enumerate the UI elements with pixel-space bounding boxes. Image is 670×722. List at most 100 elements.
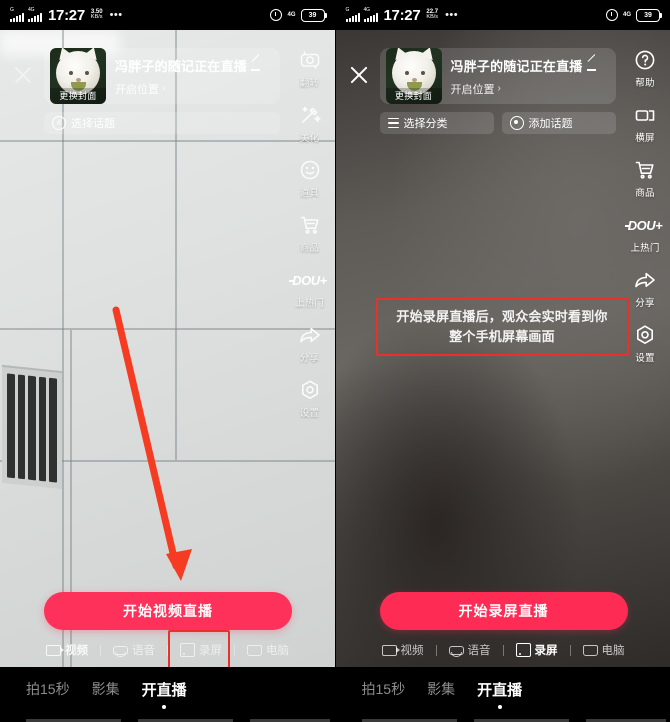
start-live-button[interactable]: 开始视频直播	[44, 592, 292, 630]
network-speed-unit: KB/s	[426, 14, 439, 20]
chip-label: 选择分类	[403, 118, 448, 130]
rail-item-settings[interactable]: 设置	[633, 323, 657, 364]
change-cover-label[interactable]: 更换封面	[50, 88, 106, 104]
phone-screen-icon	[515, 643, 531, 657]
mode-tab-video[interactable]: 视频	[34, 638, 100, 662]
bottom-nav-item-album[interactable]: 影集	[427, 679, 455, 699]
cat-eyes	[404, 71, 425, 75]
live-title-row[interactable]: 冯胖子的随记正在直播	[115, 56, 274, 75]
signal-two: 4G	[28, 6, 42, 23]
panel-video-live: G 4G 17:27 3.50 KB/s ••• 4G 39 更换封面 冯胖子的…	[0, 0, 335, 722]
overflow-dots: •••	[445, 9, 459, 21]
bottom-nav-item-15s[interactable]: 拍15秒	[362, 679, 406, 699]
landscape-screen-icon	[633, 103, 657, 127]
shopping-cart-icon	[298, 213, 322, 237]
pencil-icon[interactable]	[586, 60, 598, 71]
network-label: 4G	[28, 6, 35, 13]
rail-label: 商品	[299, 243, 320, 254]
annotation-highlight-box	[168, 630, 230, 670]
mode-tab-computer[interactable]: 电脑	[235, 638, 301, 662]
location-row[interactable]: 开启位置 ›	[451, 81, 610, 97]
rail-item-shop[interactable]: 商品	[298, 213, 322, 254]
video-camera-icon	[381, 644, 400, 656]
mode-tab-video[interactable]: 视频	[370, 638, 436, 662]
start-live-button[interactable]: 开始录屏直播	[379, 592, 628, 630]
mode-tabs: 视频 语音 录屏 电脑	[336, 635, 670, 665]
computer-icon	[582, 644, 598, 656]
network-type-label: 4G	[287, 12, 296, 18]
rail-item-douplus[interactable]: DOU+ 上热门	[289, 268, 327, 309]
rail-label: 横屏	[635, 133, 655, 144]
chip-add-topic[interactable]: 添加话题	[501, 112, 616, 134]
share-arrow-icon	[298, 323, 322, 347]
signal-one: G	[345, 7, 360, 23]
network-speed-unit: KB/s	[90, 14, 103, 20]
mode-label: 视频	[400, 645, 424, 657]
cover-thumbnail[interactable]: 更换封面	[50, 48, 106, 104]
mode-tab-voice[interactable]: 语音	[437, 638, 503, 662]
panel-line	[0, 328, 335, 330]
right-rail: 翻转 美化 道具 商品 DOU+ 上热门 分享 设置	[287, 48, 333, 433]
live-title-row[interactable]: 冯胖子的随记正在直播	[451, 56, 610, 75]
rail-label: 翻转	[299, 78, 320, 89]
chip-select-category[interactable]: 选择分类	[379, 112, 494, 134]
mode-tab-computer[interactable]: 电脑	[571, 638, 637, 662]
bottom-nav-item-golive[interactable]: 开直播	[477, 679, 522, 700]
mode-label: 视频	[65, 645, 88, 657]
chip-row: 选择分类 添加话题	[379, 112, 616, 134]
cover-thumbnail[interactable]: 更换封面	[385, 48, 442, 104]
chip-label: 添加话题	[528, 118, 573, 130]
status-bar-right: 4G 39	[270, 8, 327, 22]
bottom-nav-item-golive[interactable]: 开直播	[142, 679, 187, 700]
rail-item-help[interactable]: 帮助	[633, 48, 657, 89]
rail-item-share[interactable]: 分享	[633, 268, 657, 309]
rail-item-share[interactable]: 分享	[298, 323, 322, 364]
close-icon[interactable]	[346, 62, 372, 88]
close-icon[interactable]	[10, 62, 36, 88]
bottom-nav-item-album[interactable]: 影集	[92, 679, 120, 699]
status-bar: G 4G 17:27 22.7 KB/s ••• 4G 39	[335, 0, 670, 30]
mode-label: 电脑	[601, 645, 625, 657]
location-label: 开启位置	[450, 83, 495, 96]
rail-item-douplus[interactable]: DOU+ 上热门	[624, 213, 663, 254]
live-info-card[interactable]: 更换封面 冯胖子的随记正在直播 开启位置 ›	[379, 48, 616, 104]
status-clock: 17:27	[48, 6, 85, 24]
bottom-nav-item-15s[interactable]: 拍15秒	[26, 679, 70, 699]
status-bar-left: G 4G 17:27 3.50 KB/s •••	[10, 7, 123, 24]
settings-gear-icon	[298, 378, 322, 402]
rail-item-flip[interactable]: 翻转	[298, 48, 322, 89]
battery-icon: 39	[300, 8, 327, 22]
rail-item-props[interactable]: 道具	[298, 158, 322, 199]
mode-label: 语音	[132, 645, 155, 657]
chip-select-topic[interactable]: # 选择话题	[44, 112, 280, 134]
chip-row: # 选择话题	[44, 112, 280, 134]
pencil-icon[interactable]	[251, 60, 262, 71]
live-info-card[interactable]: 更换封面 冯胖子的随记正在直播 开启位置 ›	[44, 48, 280, 104]
video-camera-icon	[46, 644, 64, 656]
location-row[interactable]: 开启位置 ›	[115, 81, 274, 97]
screenshot-root: G 4G 17:27 3.50 KB/s ••• 4G 39 更换封面 冯胖子的…	[0, 0, 670, 722]
panel-line	[0, 140, 335, 142]
rail-item-beautify[interactable]: 美化	[298, 103, 322, 144]
rail-label: 道具	[299, 188, 320, 199]
rail-item-settings[interactable]: 设置	[298, 378, 322, 419]
rail-label: 分享	[635, 298, 655, 309]
home-indicator	[336, 718, 670, 722]
chevron-right-icon: ›	[497, 83, 501, 94]
battery-level: 39	[308, 11, 317, 19]
cat-eyes	[69, 71, 89, 75]
network-label: 4G	[363, 6, 370, 13]
live-card-text: 冯胖子的随记正在直播 开启位置 ›	[106, 56, 274, 97]
location-label: 开启位置	[115, 83, 159, 96]
mode-tab-screenrecord[interactable]: 录屏	[504, 638, 570, 662]
shopping-cart-icon	[633, 158, 657, 182]
signal-bars-icon-2	[28, 13, 42, 23]
rail-label: 美化	[299, 133, 320, 144]
flip-camera-icon	[298, 48, 322, 72]
rail-label: 设置	[299, 408, 320, 419]
change-cover-label[interactable]: 更换封面	[385, 88, 442, 104]
rail-item-landscape[interactable]: 横屏	[633, 103, 657, 144]
rail-item-shop[interactable]: 商品	[633, 158, 657, 199]
alarm-clock-icon	[270, 9, 283, 21]
mode-tab-voice[interactable]: 语音	[101, 638, 167, 662]
